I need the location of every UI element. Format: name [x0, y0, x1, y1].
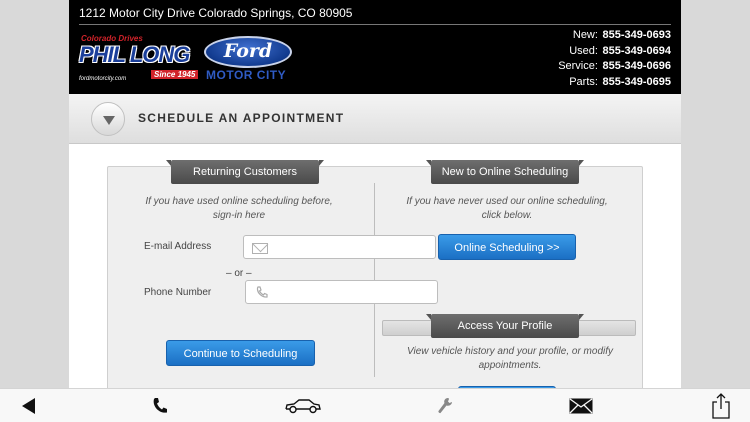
page: 1212 Motor City Drive Colorado Springs, …: [69, 0, 681, 422]
phone-number: 855-349-0694: [602, 44, 671, 57]
or-separator: – or –: [226, 268, 252, 279]
phone-number: 855-349-0695: [602, 75, 671, 88]
profile-note-line-2: appointments.: [478, 360, 542, 371]
car-icon: [285, 399, 321, 414]
inventory-button[interactable]: [283, 389, 323, 422]
new-note-line-2: click below.: [481, 210, 533, 221]
returning-note-line-2: sign-in here: [212, 210, 266, 221]
dealer-address: 1212 Motor City Drive Colorado Springs, …: [79, 6, 353, 20]
schedule-header-bar[interactable]: SCHEDULE AN APPOINTMENT: [69, 94, 681, 144]
returning-note: If you have used online scheduling befor…: [144, 195, 334, 223]
phone-list: New: 855-349-0693 Used: 855-349-0694 Ser…: [558, 28, 671, 90]
email-field[interactable]: [243, 235, 436, 259]
profile-note-line-1: View vehicle history and your profile, o…: [406, 346, 614, 357]
chevron-down-icon: [103, 116, 115, 125]
phone-label: Service:: [558, 60, 598, 72]
email-label: E-mail Address: [144, 241, 212, 252]
dealer-header: 1212 Motor City Drive Colorado Springs, …: [69, 0, 681, 94]
returning-note-line-1: If you have used online scheduling befor…: [145, 196, 333, 207]
online-scheduling-button[interactable]: Online Scheduling >>: [438, 234, 576, 260]
phone-number: 855-349-0693: [602, 29, 671, 41]
service-button[interactable]: [430, 389, 460, 422]
wrench-icon: [438, 398, 452, 414]
schedule-title: SCHEDULE AN APPOINTMENT: [138, 111, 345, 125]
phone-parts[interactable]: Parts: 855-349-0695: [558, 75, 671, 91]
phone-service[interactable]: Service: 855-349-0696: [558, 59, 671, 75]
new-note-line-1: If you have never used our online schedu…: [406, 196, 608, 207]
tab-new-online-scheduling: New to Online Scheduling: [426, 160, 584, 184]
logo-name: PHIL LONG: [79, 42, 190, 67]
logo-since: Since 1945: [151, 70, 199, 79]
share-icon: [712, 393, 730, 419]
logo-subbrand: MOTOR CITY: [206, 68, 287, 82]
phone-label: Parts:: [569, 75, 598, 88]
profile-note: View vehicle history and your profile, o…: [400, 345, 620, 373]
tab-returning-customers: Returning Customers: [166, 160, 324, 184]
new-note: If you have never used our online schedu…: [404, 195, 610, 223]
phone-label: Phone Number: [144, 287, 212, 298]
phone-used[interactable]: Used: 855-349-0694: [558, 44, 671, 60]
browser-toolbar: [0, 388, 750, 422]
tab-access-profile: Access Your Profile: [426, 314, 584, 338]
phone-label: Used:: [569, 44, 598, 57]
mail-icon: [569, 398, 593, 414]
logo-url: fordmotorcity.com: [79, 76, 127, 82]
collapse-toggle-button[interactable]: [91, 102, 125, 136]
phone-icon: [153, 398, 167, 413]
dealer-logo[interactable]: Colorado Drives PHIL LONG Since 1945 for…: [79, 34, 297, 86]
continue-to-scheduling-button[interactable]: Continue to Scheduling: [166, 340, 315, 366]
share-button[interactable]: [706, 389, 736, 422]
envelope-icon: [252, 243, 268, 254]
email-button[interactable]: [566, 389, 596, 422]
phone-number: 855-349-0696: [602, 60, 671, 72]
ford-oval-logo: Ford: [204, 36, 292, 68]
call-button[interactable]: [145, 389, 175, 422]
header-divider: [79, 24, 671, 25]
back-icon: [22, 398, 35, 414]
schedule-panel: Returning Customers If you have used onl…: [107, 160, 643, 408]
back-button[interactable]: [14, 389, 44, 422]
phone-new[interactable]: New: 855-349-0693: [558, 28, 671, 44]
phone-icon: [256, 286, 268, 298]
phone-field[interactable]: [245, 280, 438, 304]
phone-label: New:: [572, 29, 598, 41]
